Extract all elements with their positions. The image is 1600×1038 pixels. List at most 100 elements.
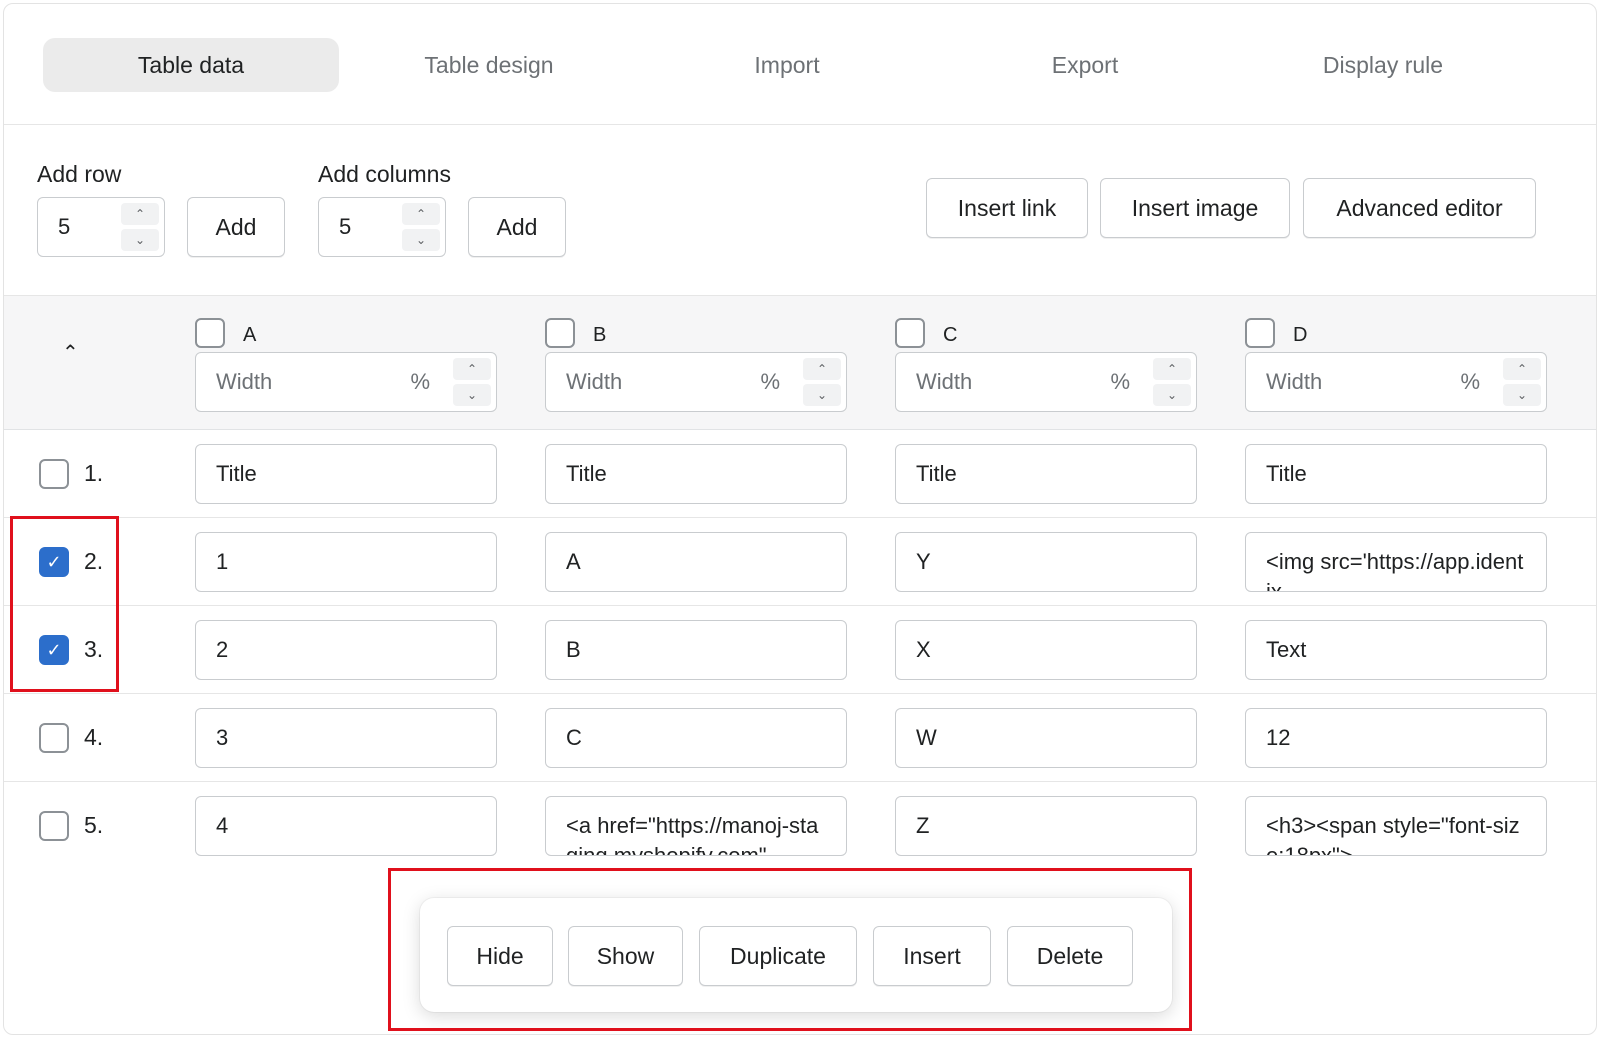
table-row: 5. 4 <a href="https://manoj-staging.mysh…	[4, 782, 1596, 870]
row-number: 5.	[84, 812, 104, 838]
column-b-checkbox[interactable]	[545, 318, 575, 348]
delete-button[interactable]: Delete	[1007, 926, 1133, 986]
table-cell[interactable]: 4	[195, 796, 497, 856]
table-row: 4. 3 C W 12	[4, 694, 1596, 782]
table-cell[interactable]: Z	[895, 796, 1197, 856]
column-b-width-input[interactable]: Width % ⌃ ⌄	[545, 352, 847, 412]
chevron-down-icon[interactable]: ⌄	[803, 384, 841, 406]
tab-export[interactable]: Export	[937, 38, 1233, 92]
column-a-checkbox[interactable]	[195, 318, 225, 348]
column-d-width-input[interactable]: Width % ⌃ ⌄	[1245, 352, 1547, 412]
tab-display-rule[interactable]: Display rule	[1235, 38, 1531, 92]
table-cell[interactable]: <h3><span style="font-size:18px">	[1245, 796, 1547, 856]
row-number: 4.	[84, 724, 104, 750]
chevron-up-icon[interactable]: ⌃	[121, 203, 159, 225]
percent-suffix: %	[1460, 369, 1480, 394]
column-a-width-input[interactable]: Width % ⌃ ⌄	[195, 352, 497, 412]
add-columns-label: Add columns	[318, 161, 451, 187]
add-row-stepper: ⌃ ⌄	[121, 203, 159, 251]
percent-suffix: %	[410, 369, 430, 394]
width-placeholder: Width	[916, 369, 973, 394]
table-cell[interactable]: Text	[1245, 620, 1547, 680]
column-c-width-input[interactable]: Width % ⌃ ⌄	[895, 352, 1197, 412]
table-cell[interactable]: Y	[895, 532, 1197, 592]
column-header-b: B Width % ⌃ ⌄	[545, 318, 847, 412]
add-row-value: 5	[58, 214, 71, 239]
row-checkbox[interactable]	[39, 459, 69, 489]
column-letter: B	[593, 324, 607, 346]
chevron-down-icon[interactable]: ⌄	[1503, 384, 1541, 406]
width-stepper: ⌃ ⌄	[1503, 358, 1541, 406]
column-header-c: C Width % ⌃ ⌄	[895, 318, 1197, 412]
width-stepper: ⌃ ⌄	[453, 358, 491, 406]
table-row: 1. Title Title Title Title	[4, 430, 1596, 518]
row-number: 3.	[84, 636, 104, 662]
tab-import[interactable]: Import	[639, 38, 935, 92]
show-button[interactable]: Show	[568, 926, 683, 986]
chevron-up-icon[interactable]: ⌃	[803, 358, 841, 380]
row-number: 2.	[84, 548, 104, 574]
table-cell[interactable]: 3	[195, 708, 497, 768]
table-cell[interactable]: <a href="https://manoj-staging.myshopify…	[545, 796, 847, 856]
width-placeholder: Width	[566, 369, 623, 394]
table-cell[interactable]: C	[545, 708, 847, 768]
width-placeholder: Width	[216, 369, 273, 394]
percent-suffix: %	[1110, 369, 1130, 394]
column-c-checkbox[interactable]	[895, 318, 925, 348]
width-stepper: ⌃ ⌄	[803, 358, 841, 406]
table-cell[interactable]: A	[545, 532, 847, 592]
column-letter: C	[943, 324, 958, 346]
table-cell[interactable]: 12	[1245, 708, 1547, 768]
add-row-button[interactable]: Add	[187, 197, 285, 257]
chevron-up-icon[interactable]: ⌃	[402, 203, 440, 225]
advanced-editor-button[interactable]: Advanced editor	[1303, 178, 1536, 238]
table-controls: Add row 5 ⌃ ⌄ Add Add columns 5 ⌃ ⌄ Add …	[4, 125, 1596, 296]
table-row: ✓ 2. 1 A Y <img src='https://app.identix	[4, 518, 1596, 606]
table-cell[interactable]: 1	[195, 532, 497, 592]
width-placeholder: Width	[1266, 369, 1323, 394]
row-checkbox[interactable]: ✓	[39, 635, 69, 665]
bulk-action-bar: Hide Show Duplicate Insert Delete	[420, 898, 1172, 1012]
table-cell[interactable]: X	[895, 620, 1197, 680]
tab-table-data[interactable]: Table data	[43, 38, 339, 92]
row-checkbox[interactable]	[39, 811, 69, 841]
insert-link-button[interactable]: Insert link	[926, 178, 1088, 238]
column-header-d: D Width % ⌃ ⌄	[1245, 318, 1547, 412]
chevron-down-icon[interactable]: ⌄	[121, 229, 159, 251]
chevron-down-icon[interactable]: ⌄	[402, 229, 440, 251]
table-cell[interactable]: B	[545, 620, 847, 680]
add-columns-input[interactable]: 5 ⌃ ⌄	[318, 197, 446, 257]
add-columns-button[interactable]: Add	[468, 197, 566, 257]
add-row-label: Add row	[37, 161, 122, 187]
tab-table-design[interactable]: Table design	[341, 38, 637, 92]
width-stepper: ⌃ ⌄	[1153, 358, 1191, 406]
table-cell[interactable]: Title	[195, 444, 497, 504]
table-row: ✓ 3. 2 B X Text	[4, 606, 1596, 694]
column-d-checkbox[interactable]	[1245, 318, 1275, 348]
checkmark-icon: ✓	[46, 639, 62, 660]
duplicate-button[interactable]: Duplicate	[699, 926, 857, 986]
table-cell[interactable]: W	[895, 708, 1197, 768]
table-cell[interactable]: Title	[1245, 444, 1547, 504]
chevron-up-icon[interactable]: ⌃	[1153, 358, 1191, 380]
chevron-up-icon[interactable]: ⌃	[1503, 358, 1541, 380]
hide-button[interactable]: Hide	[447, 926, 553, 986]
tab-bar: Table data Table design Import Export Di…	[4, 4, 1596, 125]
chevron-up-icon[interactable]: ⌃	[62, 340, 79, 365]
column-letter: D	[1293, 324, 1308, 346]
insert-button[interactable]: Insert	[873, 926, 991, 986]
row-checkbox[interactable]	[39, 723, 69, 753]
chevron-up-icon[interactable]: ⌃	[453, 358, 491, 380]
table-cell[interactable]: Title	[895, 444, 1197, 504]
table-header: ⌃ A Width % ⌃ ⌄ B Width % ⌃ ⌄ C Width % …	[4, 296, 1596, 430]
chevron-down-icon[interactable]: ⌄	[453, 384, 491, 406]
row-checkbox[interactable]: ✓	[39, 547, 69, 577]
table-cell[interactable]: 2	[195, 620, 497, 680]
add-row-input[interactable]: 5 ⌃ ⌄	[37, 197, 165, 257]
table-editor-panel: Table data Table design Import Export Di…	[3, 3, 1597, 1035]
table-cell[interactable]: Title	[545, 444, 847, 504]
column-letter: A	[243, 324, 257, 346]
table-cell[interactable]: <img src='https://app.identix	[1245, 532, 1547, 592]
chevron-down-icon[interactable]: ⌄	[1153, 384, 1191, 406]
insert-image-button[interactable]: Insert image	[1100, 178, 1290, 238]
